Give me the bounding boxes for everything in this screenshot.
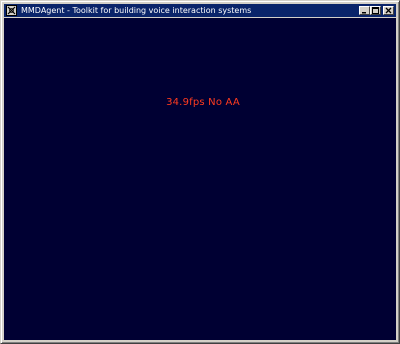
minimize-button[interactable] — [359, 6, 370, 15]
title-bar[interactable]: MMDAgent - Toolkit for building voice in… — [4, 4, 396, 17]
caption-buttons — [359, 6, 394, 15]
maximize-button[interactable] — [370, 6, 381, 15]
window-title: MMDAgent - Toolkit for building voice in… — [21, 6, 252, 15]
render-viewport[interactable]: 34.9fps No AA — [4, 18, 396, 340]
app-window: MMDAgent - Toolkit for building voice in… — [0, 0, 400, 344]
close-button[interactable] — [383, 6, 394, 15]
fps-status-text: 34.9fps No AA — [166, 97, 240, 108]
app-icon[interactable] — [6, 5, 17, 16]
maximize-icon — [372, 7, 379, 14]
close-icon — [385, 7, 392, 14]
minimize-icon — [362, 12, 366, 14]
